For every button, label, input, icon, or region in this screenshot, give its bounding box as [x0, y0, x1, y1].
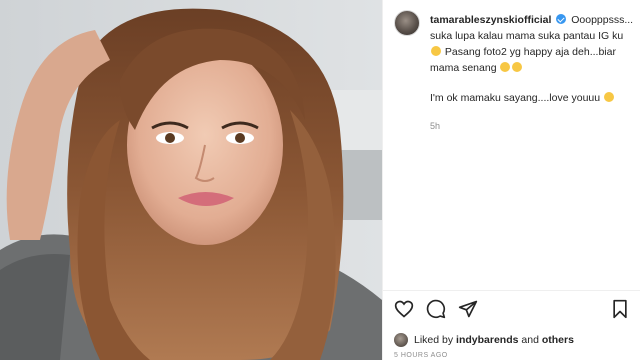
caption-line-2: Pasang foto2 yg happy aja deh...biar mam… — [430, 46, 616, 74]
author-avatar[interactable] — [394, 10, 420, 36]
heart-icon[interactable] — [394, 299, 414, 319]
likes-others-link[interactable]: others — [542, 334, 574, 346]
upside-down-face-emoji-icon — [431, 46, 441, 56]
post-photo[interactable] — [0, 0, 382, 360]
caption-reply: I'm ok mamaku sayang....love youuu — [430, 90, 634, 106]
liker-username[interactable]: indybarends — [456, 334, 518, 346]
post-caption: tamarableszynskiofficial Ooopppsss... su… — [430, 12, 634, 134]
post-timestamp[interactable]: 5 HOURS AGO — [394, 352, 448, 360]
action-bar — [382, 290, 640, 326]
likes-row: Liked by indybarends and others — [394, 330, 634, 350]
likes-joiner: and — [521, 334, 539, 346]
kissing-face-emoji-icon — [604, 92, 615, 102]
comment-icon[interactable] — [426, 299, 446, 319]
author-username[interactable]: tamarableszynskiofficial — [430, 14, 551, 26]
send-icon[interactable] — [458, 299, 478, 319]
likes-text: Liked by indybarends and others — [414, 330, 574, 350]
caption-time: 5h — [430, 121, 441, 131]
heart-eyes-emoji-icon — [512, 62, 523, 72]
caption-reply-text: I'm ok mamaku sayang....love youuu — [430, 92, 601, 104]
grinning-face-emoji-icon — [500, 62, 511, 72]
portrait-image — [0, 0, 382, 360]
verified-badge-icon — [556, 14, 567, 24]
liker-avatar[interactable] — [394, 333, 408, 347]
bookmark-icon[interactable] — [610, 299, 630, 319]
likes-prefix: Liked by — [414, 334, 454, 346]
